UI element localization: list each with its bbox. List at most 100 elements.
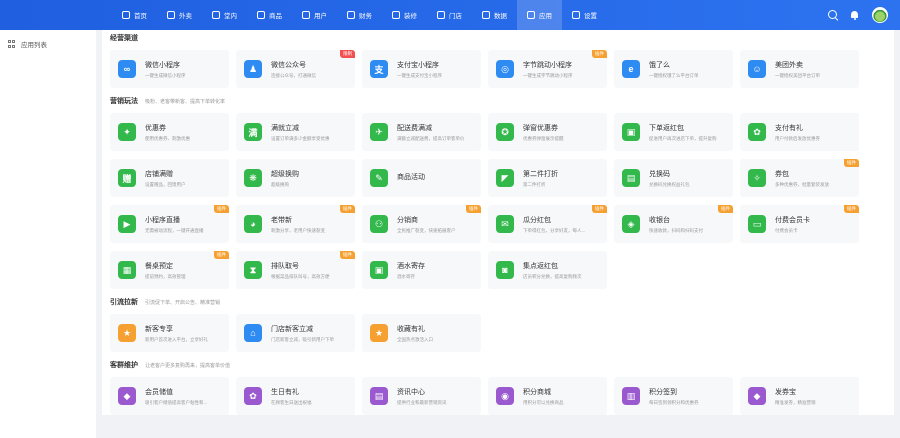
section-title: 经营渠道 [110, 35, 138, 42]
app-card[interactable]: ▶ 小程序直播 无需被动流程，一键开通直播 插件 [110, 205, 229, 243]
section-title: 营销玩法 [110, 98, 138, 105]
app-card[interactable]: ◆ 发券宝 精准发券，精准营销 [740, 377, 859, 415]
plugin-badge: 插件 [340, 205, 355, 213]
app-card[interactable]: ⚇ 分销商 全民推广裂变，快速拓展客户 插件 [362, 205, 481, 243]
app-card-text: 支付有礼 用户付款后发放优惠券 [775, 123, 820, 142]
main-content: 经营渠道 ∞ 微信小程序 一键生成微信小程序 ♟ 微信公众号 连接公众号，打通微信 限制支支付… [96, 30, 900, 438]
app-name: 微信小程序 [145, 61, 180, 69]
nav-item-data[interactable]: 数据 [472, 0, 517, 30]
app-glyph: ◆ [123, 390, 131, 401]
app-glyph: ✿ [753, 126, 761, 137]
search-icon[interactable] [828, 10, 838, 20]
app-card[interactable]: ▣ 下单返红包 促进用户再次进店下单，提升复购 [614, 113, 733, 151]
app-card[interactable]: ∞ 微信小程序 一键生成微信小程序 [110, 50, 229, 88]
app-name: 美团外卖 [775, 61, 803, 69]
app-description: 下单得红包，分享好友，每人... [523, 227, 586, 233]
app-name: 酒水寄存 [397, 262, 425, 270]
app-card[interactable]: ✈ 配送费满减 满额立减配送费，提高订单客单价 [362, 113, 481, 151]
app-name: 微信公众号 [271, 61, 306, 69]
app-card[interactable]: ▤ 资讯中心 提供行业和最新营销资讯 [362, 377, 481, 415]
app-card[interactable]: ✿ 支付有礼 用户付款后发放优惠券 [740, 113, 859, 151]
app-card-text: 酒水寄存 酒水寄存 [397, 261, 425, 280]
app-card[interactable]: e 饿了么 一键授权饿了么平台订单 [614, 50, 733, 88]
app-card[interactable]: ◤ 第二件打折 第二件打折 [488, 159, 607, 197]
app-glyph: ♟ [248, 63, 258, 74]
app-card[interactable]: ✉ 瓜分红包 下单得红包，分享好友，每人... 插件 [488, 205, 607, 243]
app-card[interactable]: ✦ 优惠券 使用优惠券、刺激优惠 [110, 113, 229, 151]
nav-item-store[interactable]: 门店 [427, 0, 472, 30]
nav-item-takeaway[interactable]: 外卖 [157, 0, 202, 30]
app-card[interactable]: ▣ 酒水寄存 酒水寄存 [362, 251, 481, 289]
app-card[interactable]: ▤ 兑换码 兑换码兑换权益礼包 [614, 159, 733, 197]
app-card[interactable]: 支 支付宝小程序 一键生成支付宝小程序 [362, 50, 481, 88]
avatar[interactable] [872, 7, 888, 23]
nav-item-user[interactable]: 用户 [292, 0, 337, 30]
app-card[interactable]: ▦ 餐桌预定 提前预约，高效管理 插件 [110, 251, 229, 289]
goods-icon [257, 11, 265, 19]
app-icon: ▤ [622, 169, 640, 187]
app-card[interactable]: ◉ 积分商城 用积分可以兑换商品 [488, 377, 607, 415]
app-icon: ✿ [748, 123, 766, 141]
app-description: 一键生成支付宝小程序 [397, 72, 442, 78]
app-card[interactable]: ✪ 弹窗优惠券 优惠券弹窗展示提醒 [488, 113, 607, 151]
app-card-text: 微信公众号 连接公众号，打通微信 [271, 60, 316, 79]
sidebar-item-app-list[interactable]: 应用列表 [0, 30, 96, 58]
nav-item-dine-in[interactable]: 堂内 [202, 0, 247, 30]
nav-item-label: 商品 [269, 13, 282, 20]
app-card[interactable]: ▥ 积分签到 每日签到领积分和优惠券 [614, 377, 733, 415]
section-title: 引流拉新 [110, 299, 138, 306]
app-card-text: 超级换购 超级换购 [271, 169, 299, 188]
app-card[interactable]: ❋ 超级换购 超级换购 [236, 159, 355, 197]
bell-icon[interactable] [850, 10, 860, 20]
app-icon: ✎ [370, 169, 388, 187]
app-card[interactable]: ☺ 美团外卖 一键授权美团平台订单 [740, 50, 859, 88]
settings-icon [572, 11, 580, 19]
app-glyph: ▤ [626, 172, 636, 183]
app-card[interactable]: 赠 店铺满赠 设置赠品，回馈用户 [110, 159, 229, 197]
nav-item-settings[interactable]: 设置 [562, 0, 607, 30]
app-icon: ▤ [370, 387, 388, 405]
app-icon: ◕ [244, 215, 262, 233]
app-card[interactable]: ♟ 微信公众号 连接公众号，打通微信 限制 [236, 50, 355, 88]
app-description: 无需被动流程，一键开通直播 [145, 227, 204, 233]
app-card[interactable]: ◈ 收银台 快速收款，扫码和扫码支付 插件 [614, 205, 733, 243]
app-card[interactable]: ▭ 付费会员卡 付费会员卡 插件 [740, 205, 859, 243]
nav-item-goods[interactable]: 商品 [247, 0, 292, 30]
app-icon: ⚇ [370, 215, 388, 233]
app-card[interactable]: ★ 新客专享 新用户首次进入平台，立享好礼 [110, 314, 229, 352]
plugin-badge: 插件 [592, 205, 607, 213]
app-card[interactable]: ◕ 老带新 刺激分享，老用户快速裂变 插件 [236, 205, 355, 243]
app-card[interactable]: ⌂ 门店新客立减 门店新客立减，吸引新用户下单 [236, 314, 355, 352]
app-glyph: ✪ [501, 126, 509, 137]
app-card[interactable]: ✿ 生日有礼 在顾客生日送出祝福 [236, 377, 355, 415]
app-card[interactable]: 满 满就立减 设置订单满多少金额享受优惠 [236, 113, 355, 151]
nav-item-app[interactable]: 应用 [517, 0, 562, 30]
app-description: 促进用户再次进店下单，提升复购 [649, 135, 717, 141]
app-card-text: 小程序直播 无需被动流程，一键开通直播 [145, 215, 204, 234]
app-card[interactable]: ◙ 集点返红包 店员积分兑换，提高复购频次 [488, 251, 607, 289]
takeaway-icon [167, 11, 175, 19]
app-glyph: ◤ [501, 172, 509, 183]
app-card[interactable]: ◎ 字节跳动小程序 一键生成字节跳动小程序 插件 [488, 50, 607, 88]
app-card[interactable]: ✎ 商品活动 [362, 159, 481, 197]
app-card[interactable]: ★ 收藏有礼 全国热点激活入口 [362, 314, 481, 352]
app-card[interactable]: ⧗ 排队取号 根据菜品排队叫号，高效方便 插件 [236, 251, 355, 289]
app-card[interactable]: ◆ 会员储值 吸引客户储值提高客户粘性和... [110, 377, 229, 415]
sidebar: 应用列表 [0, 30, 96, 438]
app-icon: ◙ [496, 261, 514, 279]
app-card-grid: ★ 新客专享 新用户首次进入平台，立享好礼 ⌂ 门店新客立减 门店新客立减，吸引新用户下单… [110, 314, 886, 352]
app-card-text: 收藏有礼 全国热点激活入口 [397, 324, 433, 343]
app-icon: 赠 [118, 169, 136, 187]
nav-item-label: 设置 [584, 13, 597, 20]
nav-item-finance[interactable]: 财务 [337, 0, 382, 30]
plugin-badge: 插件 [340, 251, 355, 259]
app-card-text: 收银台 快速收款，扫码和扫码支付 [649, 215, 703, 234]
app-glyph: ☺ [752, 64, 762, 74]
app-card-text: 美团外卖 一键授权美团平台订单 [775, 60, 820, 79]
nav-item-decor[interactable]: 装修 [382, 0, 427, 30]
app-description: 用户付款后发放优惠券 [775, 135, 820, 141]
app-icon: ❋ [244, 169, 262, 187]
app-card[interactable]: ✧ 券包 多种优惠券，批量套装发放 插件 [740, 159, 859, 197]
nav-item-home[interactable]: 首页 [112, 0, 157, 30]
app-name: 付费会员卡 [775, 216, 810, 224]
